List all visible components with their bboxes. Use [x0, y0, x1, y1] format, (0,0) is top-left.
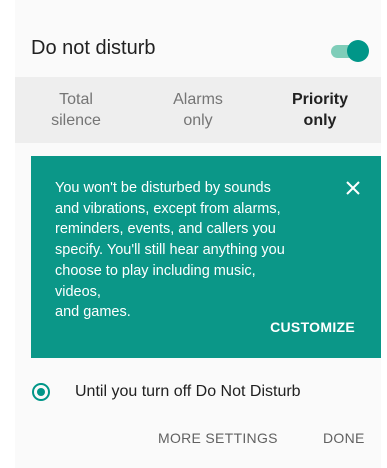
info-line: and games.	[55, 304, 131, 321]
dnd-toggle-switch[interactable]	[331, 40, 369, 62]
info-card: You won't be disturbed by sounds and vib…	[31, 156, 381, 358]
done-button[interactable]: DONE	[323, 430, 365, 446]
dnd-title: Do not disturb	[31, 37, 156, 59]
mode-label-line2: only	[303, 112, 337, 129]
info-line: reminders, events, and callers you	[55, 221, 276, 238]
info-line: You won't be disturbed by sounds	[55, 180, 271, 196]
toggle-thumb	[347, 40, 369, 62]
mode-label-line2: silence	[51, 112, 101, 129]
mode-label-line1: Alarms	[173, 91, 223, 108]
customize-button[interactable]: CUSTOMIZE	[270, 319, 355, 335]
dnd-panel: Do not disturb Total silence Alarms only…	[15, 0, 381, 468]
dnd-header: Do not disturb	[15, 30, 381, 70]
close-icon[interactable]	[345, 180, 361, 196]
mode-total-silence[interactable]: Total silence	[15, 77, 137, 143]
info-line: choose to play including music, videos,	[55, 262, 256, 300]
mode-priority-only[interactable]: Priority only	[259, 77, 381, 143]
radio-dot	[37, 388, 45, 396]
mode-label-line1: Total	[59, 91, 93, 108]
info-line: and vibrations, except from alarms,	[55, 200, 281, 217]
radio-selected-icon[interactable]	[32, 383, 50, 401]
mode-label-line2: only	[183, 112, 213, 129]
more-settings-button[interactable]: MORE SETTINGS	[158, 430, 278, 446]
info-line: specify. You'll still hear anything you	[55, 242, 285, 259]
mode-selector: Total silence Alarms only Priority only	[15, 77, 381, 143]
duration-option-label: Until you turn off Do Not Disturb	[75, 383, 301, 400]
mode-alarms-only[interactable]: Alarms only	[137, 77, 259, 143]
duration-option[interactable]: Until you turn off Do Not Disturb	[15, 378, 381, 408]
info-message: You won't be disturbed by sounds and vib…	[55, 178, 295, 323]
mode-label-line1: Priority	[291, 91, 348, 108]
